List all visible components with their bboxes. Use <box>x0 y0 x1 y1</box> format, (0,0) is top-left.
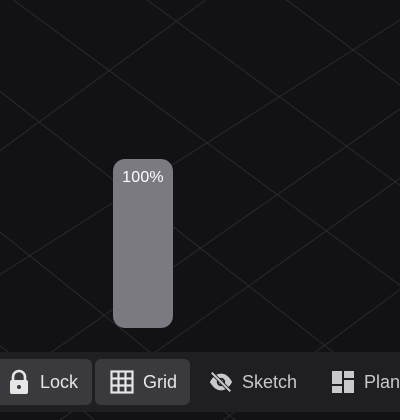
bottom-toolbar: Lock Grid Sketch Plan <box>0 352 400 412</box>
plan-icon <box>330 369 356 395</box>
plan-button[interactable]: Plan <box>324 359 400 405</box>
sketch-button-label: Sketch <box>242 371 298 392</box>
zoom-slider[interactable]: 100% <box>113 159 173 328</box>
lock-icon <box>6 369 32 395</box>
zoom-level-label: 100% <box>122 169 164 186</box>
grid-button-label: Grid <box>143 371 178 392</box>
plan-button-label: Plan <box>363 371 400 392</box>
canvas-viewport[interactable]: 100% Lock Grid Sketch Plan <box>0 0 400 420</box>
grid-icon <box>109 369 135 395</box>
lock-button[interactable]: Lock <box>0 359 92 405</box>
eye-off-icon <box>208 369 234 395</box>
lock-button-label: Lock <box>40 371 79 392</box>
sketch-button[interactable]: Sketch <box>200 359 310 405</box>
grid-button[interactable]: Grid <box>95 359 190 405</box>
